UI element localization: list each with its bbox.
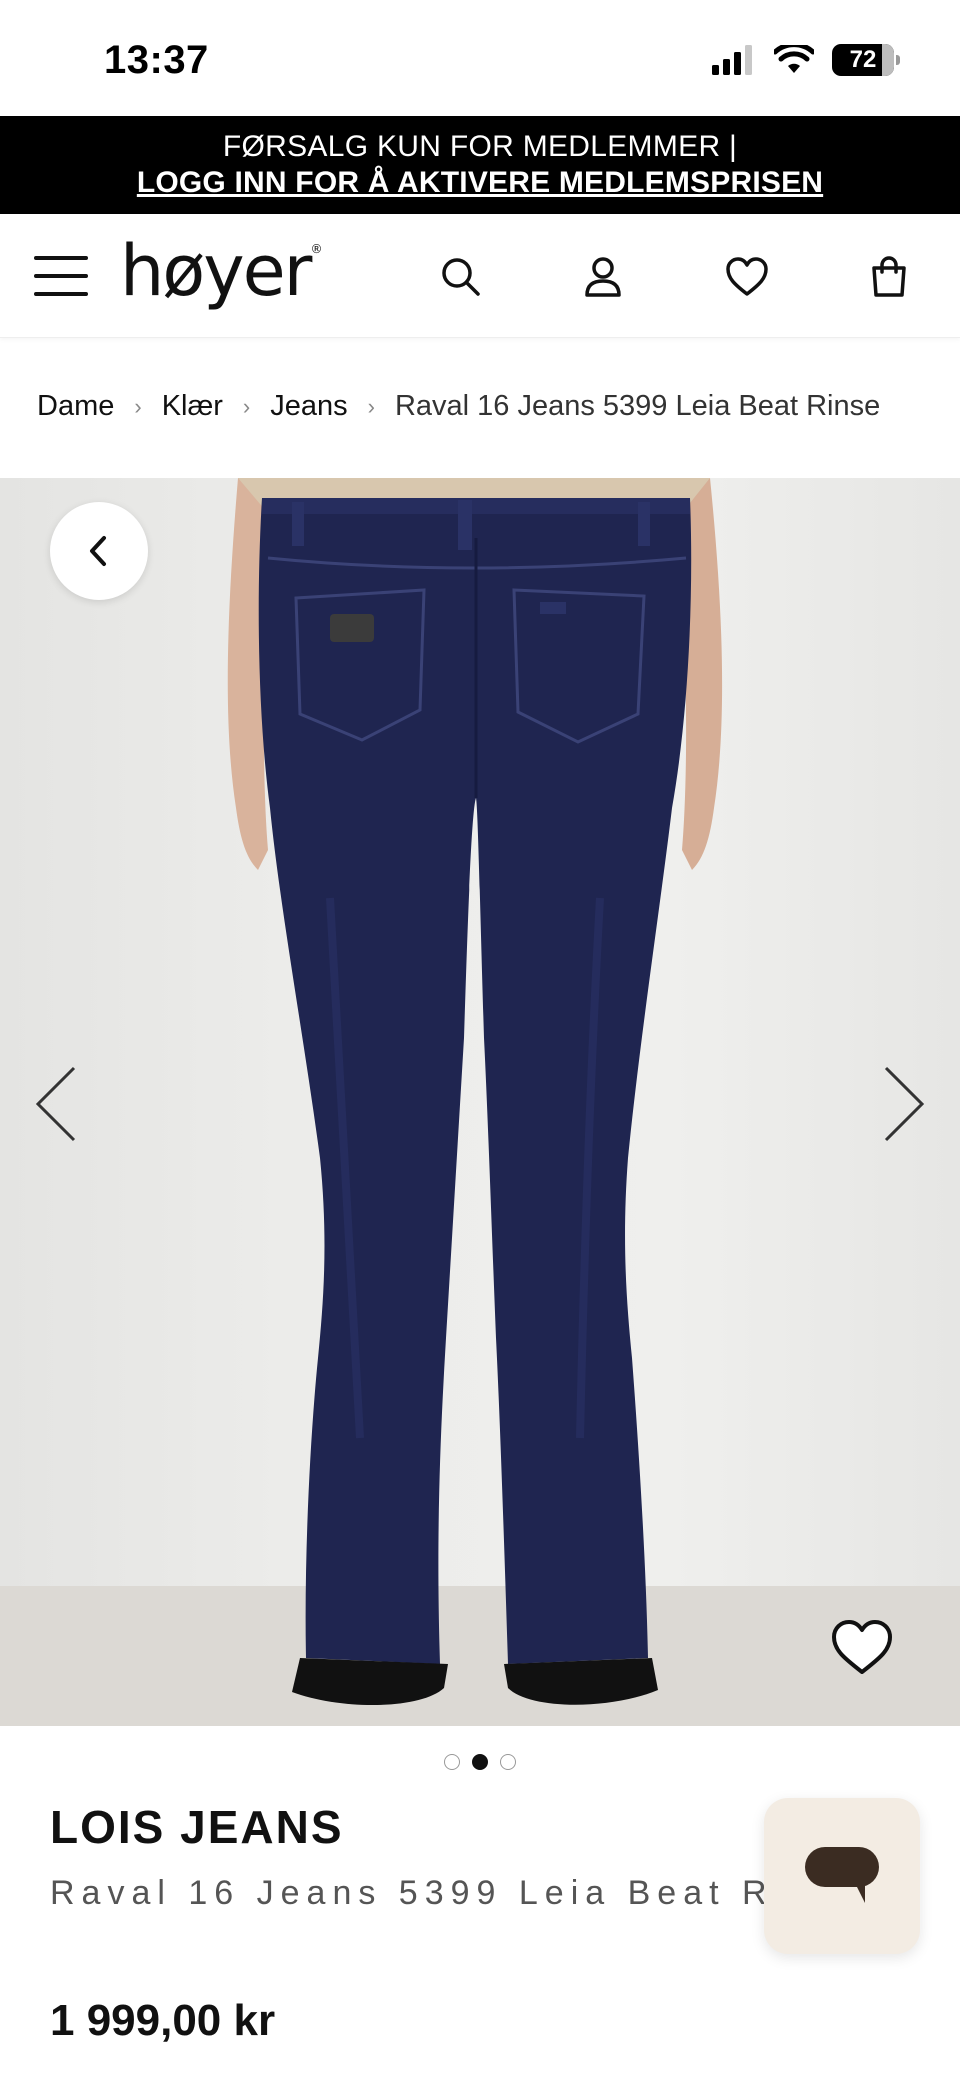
carousel-dot-active[interactable] <box>472 1754 488 1770</box>
breadcrumb: Dame › Klær › Jeans › Raval 16 Jeans 539… <box>37 390 880 423</box>
product-price: 1 999,00 kr <box>50 1996 276 2045</box>
product-gallery[interactable] <box>0 478 960 1726</box>
status-bar: 13:37 72 <box>0 0 960 116</box>
status-time: 13:37 <box>104 38 209 82</box>
chat-button[interactable] <box>764 1798 920 1954</box>
breadcrumb-item-jeans[interactable]: Jeans <box>270 390 347 423</box>
chevron-left-icon <box>90 536 106 566</box>
heart-icon[interactable] <box>724 254 770 300</box>
back-button[interactable] <box>50 502 148 600</box>
promo-login-link[interactable]: LOGG INN FOR Å AKTIVERE MEDLEMSPRISEN <box>0 166 960 200</box>
breadcrumb-item-klaer[interactable]: Klær <box>162 390 223 423</box>
user-icon[interactable] <box>580 254 626 300</box>
wifi-icon <box>774 45 814 73</box>
site-header: høyer® <box>0 214 960 338</box>
carousel-dots <box>444 1754 516 1770</box>
breadcrumb-separator: › <box>367 393 375 419</box>
product-name: Raval 16 Jeans 5399 Leia Beat Rinse <box>50 1874 810 1912</box>
status-icons: 72 <box>712 44 900 76</box>
product-brand[interactable]: LOIS JEANS <box>50 1800 344 1854</box>
logo[interactable]: høyer® <box>120 230 322 312</box>
bag-icon[interactable] <box>866 254 912 300</box>
logo-text: høyer <box>120 230 312 312</box>
breadcrumb-separator: › <box>242 393 251 419</box>
product-image <box>227 478 723 1706</box>
cellular-signal-icon <box>712 45 752 75</box>
carousel-dot[interactable] <box>500 1754 516 1770</box>
breadcrumb-separator: › <box>134 393 142 419</box>
carousel-dot[interactable] <box>444 1754 460 1770</box>
breadcrumb-current: Raval 16 Jeans 5399 Leia Beat Rinse <box>394 390 881 422</box>
previous-image-arrow[interactable] <box>34 1064 78 1144</box>
menu-icon[interactable] <box>34 256 90 300</box>
promo-banner: FØRSALG KUN FOR MEDLEMMER | LOGG INN FOR… <box>0 116 960 214</box>
battery-icon: 72 <box>832 44 900 76</box>
promo-text: FØRSALG KUN FOR MEDLEMMER | <box>222 130 738 163</box>
search-icon[interactable] <box>438 254 484 300</box>
next-image-arrow[interactable] <box>882 1064 926 1144</box>
favorite-heart-icon[interactable] <box>830 1618 894 1678</box>
chat-icon <box>805 1847 879 1903</box>
battery-level: 72 <box>849 46 877 73</box>
breadcrumb-item-dame[interactable]: Dame <box>37 390 114 423</box>
